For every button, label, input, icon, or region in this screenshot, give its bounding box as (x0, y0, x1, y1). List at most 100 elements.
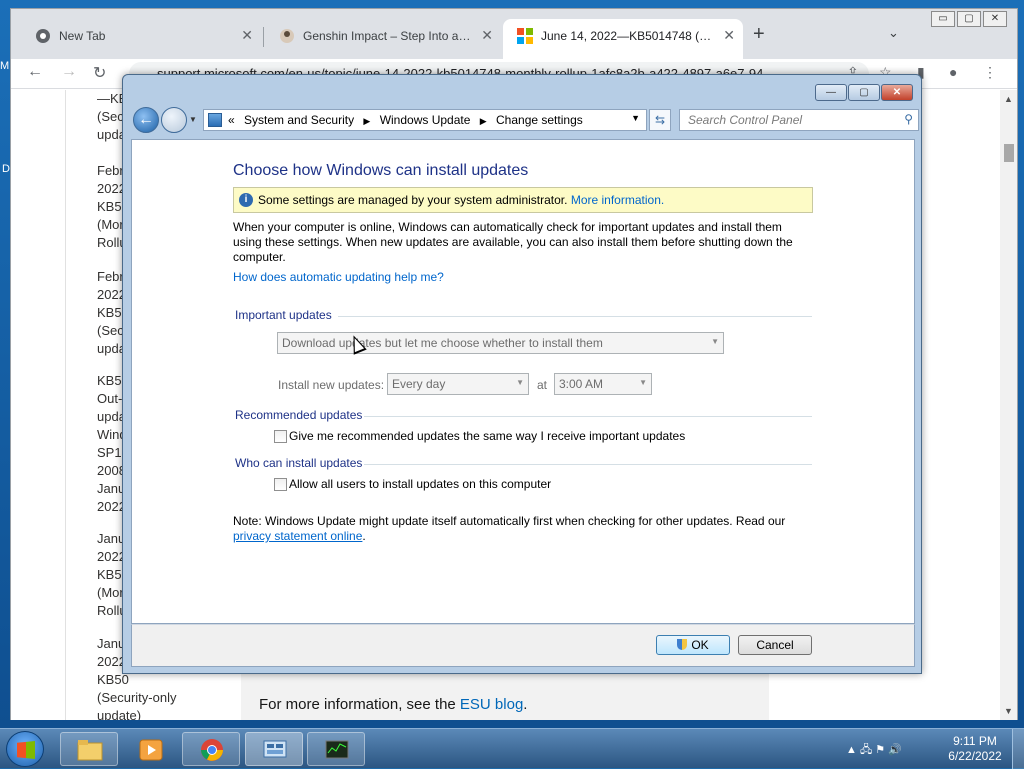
sidebar-divider (65, 90, 66, 720)
start-button[interactable] (6, 731, 44, 767)
info-icon: i (239, 193, 253, 207)
folder-icon (77, 740, 103, 761)
breadcrumb-windows-update[interactable]: Windows Update (380, 113, 471, 127)
note-end: . (362, 529, 366, 543)
more-information-link[interactable]: More information. (571, 193, 664, 207)
close-icon[interactable]: ✕ (481, 27, 493, 44)
media-player-icon (139, 739, 163, 761)
reload-button[interactable]: ↻ (93, 63, 106, 83)
install-new-updates-label: Install new updates: (278, 378, 385, 392)
maximize-button[interactable]: ▢ (957, 11, 981, 27)
taskbar-explorer[interactable] (60, 732, 118, 766)
scroll-down-icon[interactable]: ▼ (1004, 706, 1013, 716)
show-desktop-button[interactable] (1012, 729, 1024, 769)
esu-text: For more information, see the (259, 696, 460, 713)
tab-new-tab[interactable]: New Tab ✕ (21, 19, 261, 59)
ok-button[interactable]: OK (656, 635, 730, 655)
desktop-icon-label: M (0, 60, 10, 72)
esu-paragraph: For more information, see the ESU blog. (259, 696, 527, 713)
chevron-right-icon[interactable]: ▶ (363, 116, 370, 126)
description-text: When your computer is online, Windows ca… (233, 220, 793, 264)
taskbar-task-manager[interactable] (307, 732, 365, 766)
selected-option: Download updates but let me choose wheth… (282, 336, 603, 350)
ok-label: OK (691, 638, 709, 652)
breadcrumb[interactable]: « System and Security ▶ Windows Update ▶… (203, 109, 647, 131)
forward-button[interactable] (161, 107, 187, 133)
control-panel-icon (208, 113, 222, 127)
close-icon[interactable]: ✕ (723, 27, 735, 44)
tab-kb5014748[interactable]: June 14, 2022—KB5014748 (Monthly ✕ (503, 19, 743, 59)
refresh-button[interactable]: ⇆ (649, 109, 671, 131)
tab-title: June 14, 2022—KB5014748 (Monthly (541, 29, 713, 43)
tab-title: Genshin Impact – Step Into a Vast (303, 29, 473, 43)
selected-time: 3:00 AM (559, 377, 604, 391)
chevron-right-icon[interactable]: ▶ (480, 116, 487, 126)
uac-shield-icon (677, 639, 688, 650)
dialog-content: Choose how Windows can install updates i… (131, 139, 915, 624)
back-button[interactable]: ← (133, 107, 159, 133)
chrome-icon (201, 739, 223, 761)
windows-update-settings-dialog: — ▢ ✕ ← ▼ « System and Security ▶ Window… (122, 74, 922, 674)
control-panel-icon (263, 740, 287, 758)
chevron-down-icon[interactable]: ▼ (631, 113, 640, 123)
important-updates-select[interactable]: Download updates but let me choose wheth… (277, 332, 724, 354)
back-button[interactable]: ← (27, 63, 43, 81)
button-row: OK Cancel (131, 624, 915, 667)
close-button[interactable]: ✕ (881, 84, 913, 101)
close-button[interactable]: ✕ (983, 11, 1007, 27)
admin-info-bar: i Some settings are managed by your syst… (233, 187, 813, 213)
allow-all-users-checkbox[interactable] (274, 478, 287, 491)
microsoft-icon (517, 28, 533, 44)
taskbar: ▲ 🖧 ⚑ 🔊 9:11 PM 6/22/2022 (0, 728, 1024, 769)
new-tab-button[interactable]: + (753, 23, 765, 46)
scrollbar-thumb[interactable] (1004, 144, 1014, 162)
cancel-button[interactable]: Cancel (738, 635, 812, 655)
at-label: at (537, 378, 548, 392)
clock-date: 6/22/2022 (948, 749, 1002, 763)
window-controls: ▭ ▢ ✕ (931, 11, 1007, 27)
forward-button[interactable]: → (61, 63, 77, 81)
breadcrumb-change-settings[interactable]: Change settings (496, 113, 583, 127)
tab-divider (263, 27, 264, 47)
important-updates-heading: Important updates (235, 308, 332, 322)
recent-pages-icon[interactable]: ▼ (189, 115, 197, 124)
recommended-updates-checkbox[interactable] (274, 430, 287, 443)
tab-genshin[interactable]: Genshin Impact – Step Into a Vast ✕ (265, 19, 501, 59)
search-input[interactable]: Search Control Panel ⚲ (679, 109, 919, 131)
taskbar-chrome[interactable] (182, 732, 240, 766)
minimize-button[interactable]: — (815, 84, 847, 101)
chevron-down-icon: ▼ (639, 378, 647, 387)
install-time-select[interactable]: 3:00 AM ▼ (554, 373, 652, 395)
privacy-statement-link[interactable]: privacy statement online (233, 529, 362, 543)
minimize-button[interactable]: ▭ (931, 11, 955, 27)
task-manager-icon (325, 740, 349, 759)
profile-icon[interactable]: ● (949, 64, 957, 80)
menu-icon[interactable]: ⋮ (983, 64, 997, 81)
recommended-updates-label[interactable]: Give me recommended updates the same way… (289, 429, 685, 443)
page-title: Choose how Windows can install updates (233, 162, 529, 179)
system-tray[interactable]: ▲ 🖧 ⚑ 🔊 (846, 741, 902, 760)
taskbar-media-player[interactable] (121, 732, 179, 766)
divider (364, 416, 812, 417)
windows-logo-icon (17, 741, 35, 759)
search-placeholder: Search Control Panel (688, 113, 803, 127)
page-scrollbar[interactable]: ▲ ▼ (1000, 90, 1017, 720)
taskbar-control-panel[interactable] (245, 732, 303, 766)
genshin-icon (280, 29, 294, 43)
esu-blog-link[interactable]: ESU blog (460, 696, 523, 713)
clock[interactable]: 9:11 PM 6/22/2022 (940, 734, 1010, 764)
maximize-button[interactable]: ▢ (848, 84, 880, 101)
tab-search-button[interactable]: ⌄ (888, 25, 899, 41)
selected-day: Every day (392, 377, 446, 391)
allow-all-users-label[interactable]: Allow all users to install updates on th… (289, 477, 551, 491)
search-icon[interactable]: ⚲ (904, 112, 913, 126)
scroll-up-icon[interactable]: ▲ (1004, 94, 1013, 104)
help-link[interactable]: How does automatic updating help me? (233, 270, 444, 284)
close-icon[interactable]: ✕ (241, 27, 253, 44)
breadcrumb-system-and-security[interactable]: System and Security (244, 113, 354, 127)
breadcrumb-overflow[interactable]: « (228, 113, 235, 127)
install-day-select[interactable]: Every day ▼ (387, 373, 529, 395)
chevron-down-icon: ▼ (711, 337, 719, 346)
desktop-icon-label: D (2, 163, 10, 175)
note-text: Note: Windows Update might update itself… (233, 514, 813, 544)
